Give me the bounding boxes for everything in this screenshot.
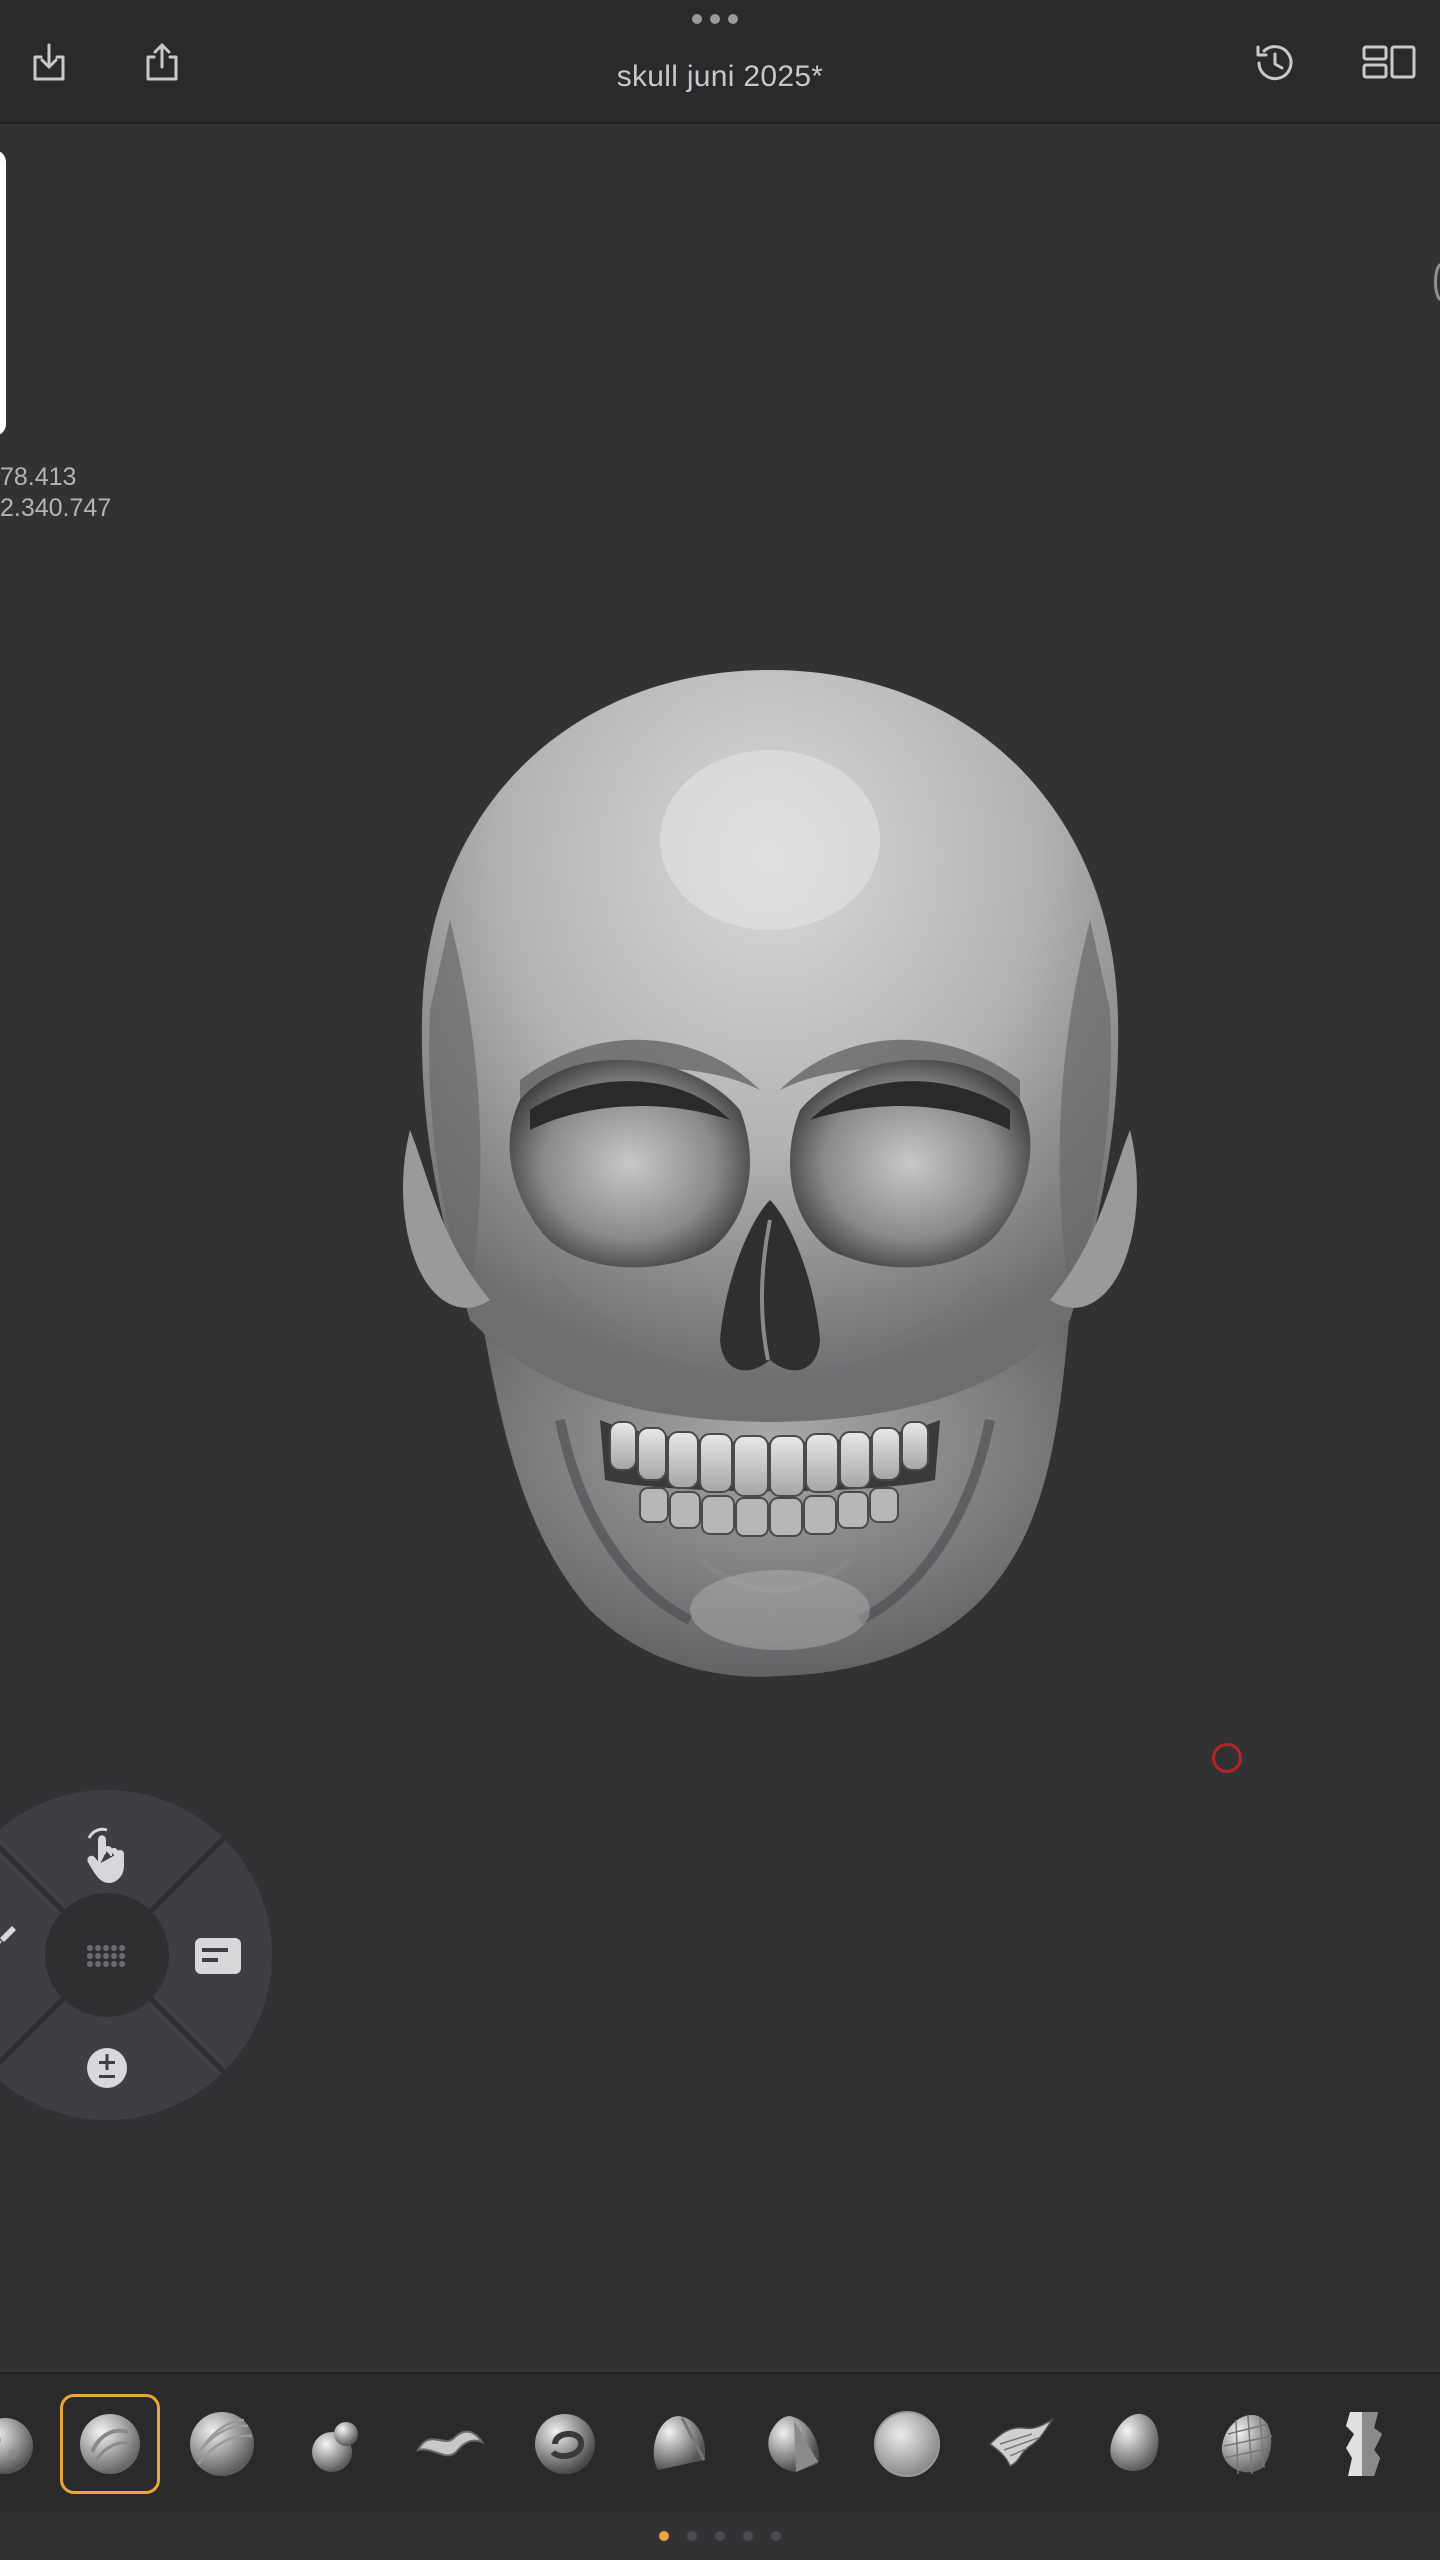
radial-menu[interactable] [0, 1788, 275, 2123]
page-dot[interactable] [687, 2531, 697, 2541]
brush-inflate[interactable] [286, 2394, 386, 2494]
brush-planar[interactable] [1312, 2394, 1412, 2494]
mesh-stats: 78.413 2.340.747 [0, 462, 111, 524]
skull-model[interactable] [370, 660, 1170, 1700]
page-dot[interactable] [771, 2531, 781, 2541]
stat-line-2: 2.340.747 [0, 494, 112, 522]
brush-cursor [1212, 1743, 1242, 1773]
left-side-panel[interactable] [0, 150, 6, 436]
page-dot[interactable] [715, 2531, 725, 2541]
brush-clay[interactable] [60, 2394, 160, 2494]
brush-smooth[interactable] [857, 2394, 957, 2494]
brush-standard-lines[interactable] [172, 2394, 272, 2494]
brush-snake-hook[interactable] [400, 2394, 500, 2494]
brush-move[interactable] [515, 2394, 615, 2494]
document-title: skull juni 2025* [616, 60, 824, 93]
plus-minus-icon[interactable] [87, 2048, 127, 2088]
brush-pinch[interactable] [1085, 2394, 1185, 2494]
settings-panel-icon[interactable] [195, 1938, 241, 1974]
brush-palette [0, 2372, 1440, 2514]
edge-handle-icon[interactable] [1432, 262, 1440, 302]
brush-flatten[interactable] [628, 2394, 728, 2494]
stat-line-1: 78.413 [0, 463, 77, 491]
layout-icon[interactable] [1355, 28, 1425, 98]
grid-icon[interactable] [87, 1945, 125, 1967]
top-toolbar: skull juni 2025* [0, 0, 1440, 124]
history-icon[interactable] [1240, 28, 1310, 98]
page-dot[interactable] [743, 2531, 753, 2541]
page-indicator [0, 2512, 1440, 2560]
brush-trim[interactable] [742, 2394, 842, 2494]
more-icon[interactable] [692, 14, 738, 24]
brush-mesh[interactable] [1198, 2394, 1298, 2494]
brush-dam-standard[interactable] [970, 2394, 1070, 2494]
page-dot[interactable] [659, 2531, 669, 2541]
brush-sphere-partial[interactable] [0, 2394, 55, 2494]
